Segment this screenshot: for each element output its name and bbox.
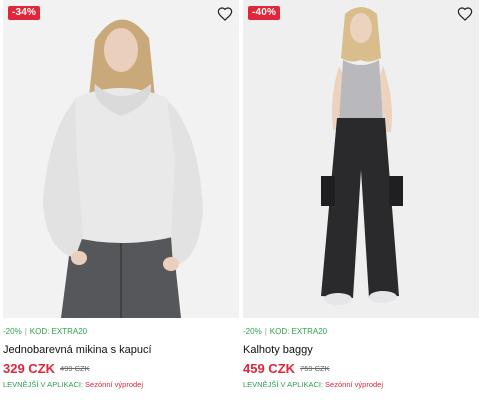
price-line: 459 CZK 759 CZK: [243, 361, 479, 377]
product-photo-baggy-pants: [243, 0, 479, 318]
promo-discount: -20%: [3, 327, 22, 336]
current-price: 459 CZK: [243, 361, 296, 376]
original-price: 759 CZK: [300, 364, 330, 373]
discount-badge: -34%: [8, 6, 41, 20]
heart-outline-icon[interactable]: [457, 6, 473, 22]
promo-discount: -20%: [243, 327, 262, 336]
promo-separator: |: [24, 327, 27, 336]
price-line: 329 CZK 499 CZK: [3, 361, 239, 377]
current-price: 329 CZK: [3, 361, 56, 376]
app-discount-note: LEVNĚJŠÍ V APLIKACI: Sezónní výprodej: [3, 380, 239, 390]
sale-label: Sezónní výprodej: [85, 380, 143, 389]
sale-label: Sezónní výprodej: [325, 380, 383, 389]
app-discount-note: LEVNĚJŠÍ V APLIKACI: Sezónní výprodej: [243, 380, 479, 390]
promo-separator: |: [264, 327, 267, 336]
product-image[interactable]: -34%: [3, 0, 239, 318]
original-price: 499 CZK: [60, 364, 90, 373]
product-grid: -34% -20% | KOD: EXTRA20 Jednobarevná miki…: [0, 0, 482, 400]
app-cheaper-label: LEVNĚJŠÍ V APLIKACI:: [243, 380, 324, 389]
promo-code: KOD: EXTRA20: [29, 327, 88, 336]
product-card[interactable]: -34% -20% | KOD: EXTRA20 Jednobarevná miki…: [3, 0, 239, 390]
product-card[interactable]: -40% -20% | KOD: EXTRA20 Kalhoty baggy 459…: [243, 0, 479, 390]
promo-code-line: -20% | KOD: EXTRA20: [243, 327, 479, 337]
product-title[interactable]: Jednobarevná mikina s kapucí: [3, 344, 239, 357]
product-image[interactable]: -40%: [243, 0, 479, 318]
product-photo-hoodie: [3, 0, 239, 318]
heart-outline-icon[interactable]: [217, 6, 233, 22]
product-title[interactable]: Kalhoty baggy: [243, 344, 479, 357]
promo-code: KOD: EXTRA20: [269, 327, 328, 336]
app-cheaper-label: LEVNĚJŠÍ V APLIKACI:: [3, 380, 84, 389]
discount-badge: -40%: [248, 6, 281, 20]
promo-code-line: -20% | KOD: EXTRA20: [3, 327, 239, 337]
